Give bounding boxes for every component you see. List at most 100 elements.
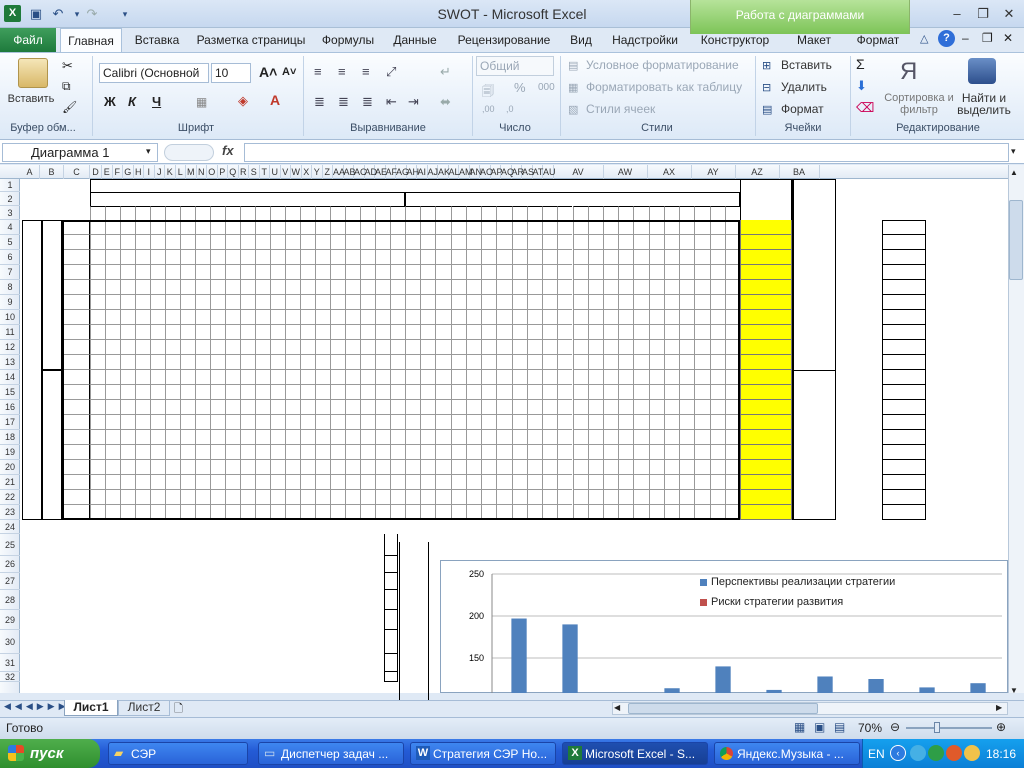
chart-bar[interactable] [970, 683, 986, 693]
minimize-ribbon-icon[interactable]: △ [920, 32, 928, 45]
workbook-restore-icon[interactable]: ❐ [982, 31, 993, 45]
conditional-formatting-button[interactable]: Условное форматирование [586, 58, 739, 72]
tray-back-icon[interactable]: ‹ [890, 745, 906, 761]
fill-color-icon[interactable]: ◈ [238, 93, 248, 109]
tab-file[interactable]: Файл [0, 28, 56, 52]
minimize-icon[interactable]: – [946, 4, 968, 24]
zoom-out-icon[interactable]: ⊖ [890, 720, 900, 734]
taskbar-item-folder[interactable]: СЭР [108, 742, 248, 765]
tab-view[interactable]: Вид [562, 28, 600, 52]
page-layout-view-icon[interactable]: ▣ [814, 720, 825, 734]
find-select-icon[interactable] [968, 58, 996, 84]
font-name-select[interactable]: Calibri (Основной [99, 63, 209, 83]
increase-indent-icon[interactable]: ⇥ [408, 94, 419, 110]
tab-layout[interactable]: Макет [786, 28, 842, 52]
scroll-down-icon[interactable]: ▼ [1010, 686, 1018, 695]
tab-addins[interactable]: Надстройки [606, 28, 684, 52]
sheet-tab-1[interactable]: Лист1 [64, 700, 118, 716]
number-format-select[interactable]: Общий [476, 56, 554, 76]
zoom-slider-track[interactable] [906, 727, 992, 729]
zoom-in-icon[interactable]: ⊕ [996, 720, 1006, 734]
autosum-icon[interactable]: Σ [856, 56, 865, 72]
align-middle-icon[interactable]: ≡ [338, 64, 346, 79]
chart-bar[interactable] [766, 689, 782, 693]
sort-filter-icon[interactable]: Я [900, 58, 917, 86]
tray-app-icon[interactable] [946, 745, 962, 761]
chart-bar[interactable] [715, 666, 731, 693]
help-icon[interactable]: ? [938, 30, 955, 47]
format-as-table-button[interactable]: Форматировать как таблицу [586, 80, 742, 94]
borders-icon[interactable]: ▦ [196, 95, 207, 109]
decrease-font-icon[interactable]: A˅ [282, 66, 296, 78]
workbook-minimize-icon[interactable]: – [962, 31, 969, 45]
tab-home[interactable]: Главная [60, 28, 122, 52]
decrease-decimal-icon[interactable]: ,0 [506, 104, 514, 114]
zoom-slider-thumb[interactable] [934, 722, 940, 733]
name-box-dropdown-icon[interactable]: ▾ [146, 146, 151, 157]
expand-formula-bar-icon[interactable]: ▾ [1011, 146, 1016, 157]
language-indicator[interactable]: EN [868, 747, 885, 761]
tray-shield-icon[interactable] [928, 745, 944, 761]
align-bottom-icon[interactable]: ≡ [362, 64, 370, 79]
copy-icon[interactable]: ⧉ [62, 79, 71, 94]
wrap-text-icon[interactable]: ↵ [440, 64, 451, 80]
tray-volume-icon[interactable] [964, 745, 980, 761]
fill-icon[interactable]: ⬇ [856, 78, 867, 94]
align-top-icon[interactable]: ≡ [314, 64, 322, 79]
zoom-level[interactable]: 70% [858, 721, 882, 735]
tab-review[interactable]: Рецензирование [450, 28, 558, 52]
italic-button[interactable]: К [128, 94, 136, 109]
page-break-view-icon[interactable]: ▤ [834, 720, 845, 734]
restore-icon[interactable]: ❐ [972, 4, 994, 24]
increase-decimal-icon[interactable]: ,00 [482, 104, 495, 114]
bold-button[interactable]: Ж [104, 94, 116, 109]
tab-insert[interactable]: Вставка [126, 28, 188, 52]
chart-bar[interactable] [919, 687, 935, 693]
tab-data[interactable]: Данные [386, 28, 444, 52]
taskbar-item-word[interactable]: Стратегия СЭР Но... [410, 742, 556, 765]
chart-bar[interactable] [511, 618, 527, 693]
chart-bar[interactable] [664, 688, 680, 693]
increase-font-icon[interactable]: A˄ [259, 64, 277, 80]
tray-network-icon[interactable] [910, 745, 926, 761]
chart-bar[interactable] [817, 676, 833, 693]
orientation-icon[interactable]: ⤢ [386, 64, 396, 80]
normal-view-icon[interactable]: ▦ [794, 720, 805, 734]
tab-format[interactable]: Формат [848, 28, 908, 52]
format-painter-icon[interactable]: 🖌 [62, 100, 77, 114]
align-center-icon[interactable]: ≣ [338, 94, 349, 110]
formula-input[interactable] [244, 143, 1009, 162]
cut-icon[interactable]: ✂ [62, 58, 73, 74]
close-icon[interactable]: ✕ [998, 4, 1020, 24]
font-color-icon[interactable]: A [270, 92, 280, 108]
tab-design[interactable]: Конструктор [692, 28, 778, 52]
cell-styles-button[interactable]: Стили ячеек [586, 102, 655, 116]
tab-page-layout[interactable]: Разметка страницы [192, 28, 310, 52]
horizontal-scroll-thumb[interactable] [628, 703, 818, 714]
scroll-right-icon[interactable]: ▶ [996, 703, 1002, 712]
decrease-indent-icon[interactable]: ⇤ [386, 94, 397, 110]
currency-icon[interactable]: 🗐 [482, 82, 494, 103]
tab-formulas[interactable]: Формулы [316, 28, 380, 52]
taskbar-item-excel[interactable]: Microsoft Excel - S... [562, 742, 708, 765]
format-cells-button[interactable]: Формат [781, 102, 824, 116]
workbook-close-icon[interactable]: ✕ [1003, 31, 1013, 45]
percent-icon[interactable]: % [514, 80, 526, 95]
taskbar-item-taskmgr[interactable]: Диспетчер задач ... [258, 742, 404, 765]
insert-cells-button[interactable]: Вставить [781, 58, 832, 72]
font-size-select[interactable]: 10 [211, 63, 251, 83]
paste-icon[interactable] [18, 58, 48, 88]
scroll-up-icon[interactable]: ▲ [1010, 168, 1018, 177]
taskbar-item-browser[interactable]: Яндекс.Музыка - ... [714, 742, 860, 765]
comma-style-icon[interactable]: 000 [538, 82, 555, 93]
paste-button[interactable]: Вставить [6, 93, 56, 105]
name-box[interactable]: Диаграмма 1 [2, 143, 158, 162]
insert-function-button[interactable]: fx [222, 143, 234, 158]
underline-button[interactable]: Ч [152, 94, 161, 109]
vertical-scroll-thumb[interactable] [1009, 200, 1023, 280]
align-left-icon[interactable]: ≣ [314, 94, 325, 110]
delete-cells-button[interactable]: Удалить [781, 80, 827, 94]
scroll-left-icon[interactable]: ◀ [614, 703, 620, 712]
merge-center-icon[interactable]: ⬌ [440, 94, 451, 110]
sheet-nav-arrows-icon[interactable]: ◀◀◀▶▶▶ [4, 701, 70, 712]
